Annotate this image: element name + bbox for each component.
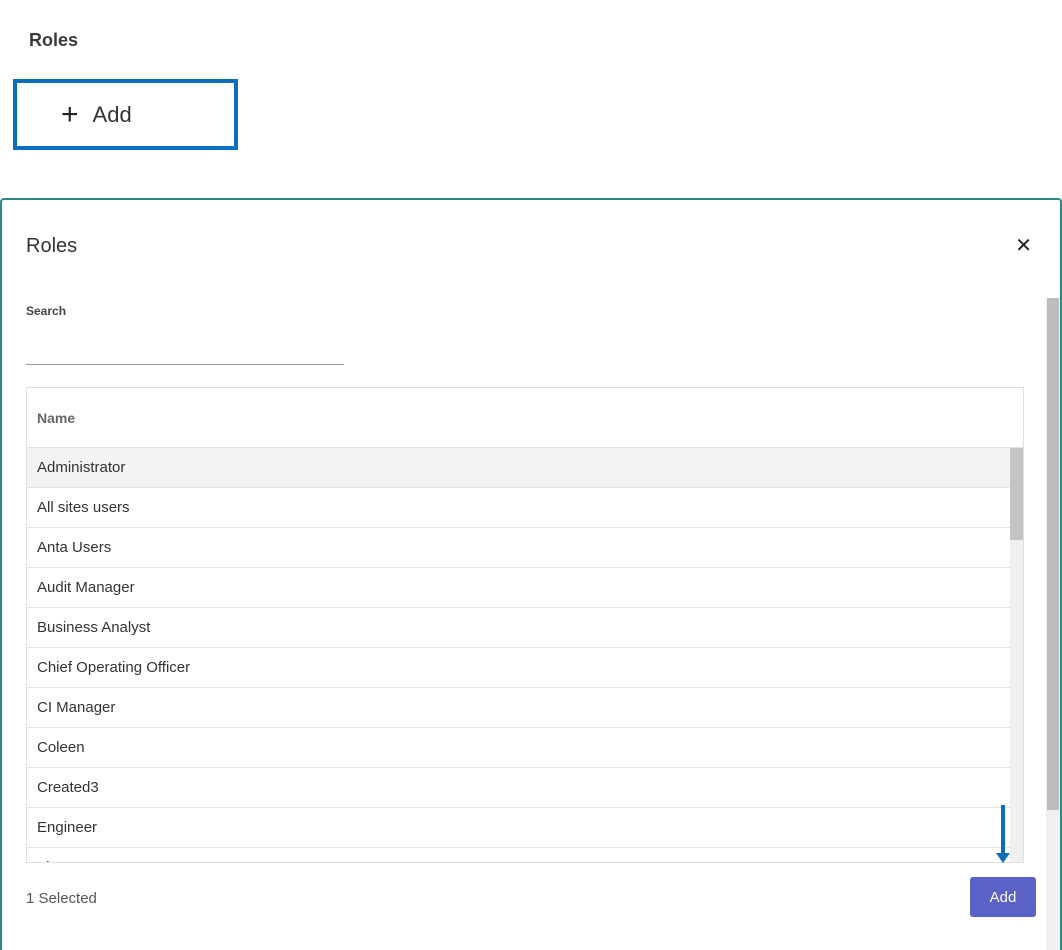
table-row[interactable]: Created3 xyxy=(27,768,1010,808)
dialog-scrollbar[interactable] xyxy=(1046,298,1060,950)
role-name: Created3 xyxy=(37,779,99,796)
search-input[interactable] xyxy=(26,335,344,365)
role-name: Coleen xyxy=(37,739,85,756)
table-row[interactable]: Anta Users xyxy=(27,528,1010,568)
role-name: Chief Operating Officer xyxy=(37,659,191,676)
role-name: Business Analyst xyxy=(37,619,151,636)
table-row[interactable]: Business Analyst xyxy=(27,608,1010,648)
role-name: CI Manager xyxy=(37,699,116,716)
table-row[interactable]: Chief Operating Officer xyxy=(27,648,1010,688)
close-icon[interactable]: ✕ xyxy=(1015,236,1032,256)
dialog-title: Roles xyxy=(26,235,78,257)
table-row[interactable]: Audit Manager xyxy=(27,568,1010,608)
table-row[interactable]: Engineer xyxy=(27,808,1010,848)
roles-table: Name Administrator All sites users Anta Us… xyxy=(26,387,1024,863)
column-header-name[interactable]: Name xyxy=(27,388,1023,448)
dialog-scrollbar-thumb[interactable] xyxy=(1047,298,1059,810)
plus-icon: + xyxy=(61,97,79,131)
table-row[interactable]: Finance Manager xyxy=(27,848,1010,862)
table-scrollbar-thumb[interactable] xyxy=(1010,448,1023,540)
role-name: Finance Manager xyxy=(37,859,154,862)
add-button[interactable]: Add xyxy=(970,877,1036,917)
roles-list: Administrator All sites users Anta Users Au… xyxy=(27,448,1010,862)
roles-dialog: Roles ✕ Search Name Administrator All sit… xyxy=(0,198,1062,950)
role-name: Anta Users xyxy=(37,539,112,556)
page-title: Roles xyxy=(29,30,79,50)
arrow-down-icon xyxy=(996,805,1010,863)
role-name: Administrator xyxy=(37,459,126,476)
table-row[interactable]: Coleen xyxy=(27,728,1010,768)
add-role-button[interactable]: + Add xyxy=(13,79,238,150)
add-role-label: Add xyxy=(92,101,132,127)
role-name: Engineer xyxy=(37,819,98,836)
role-name: Audit Manager xyxy=(37,579,135,596)
selected-count: 1 Selected xyxy=(26,890,97,907)
search-label: Search xyxy=(26,304,67,318)
table-row[interactable]: Administrator xyxy=(27,448,1010,488)
table-scrollbar[interactable] xyxy=(1010,448,1023,862)
role-name: All sites users xyxy=(37,499,130,516)
table-row[interactable]: All sites users xyxy=(27,488,1010,528)
table-row[interactable]: CI Manager xyxy=(27,688,1010,728)
